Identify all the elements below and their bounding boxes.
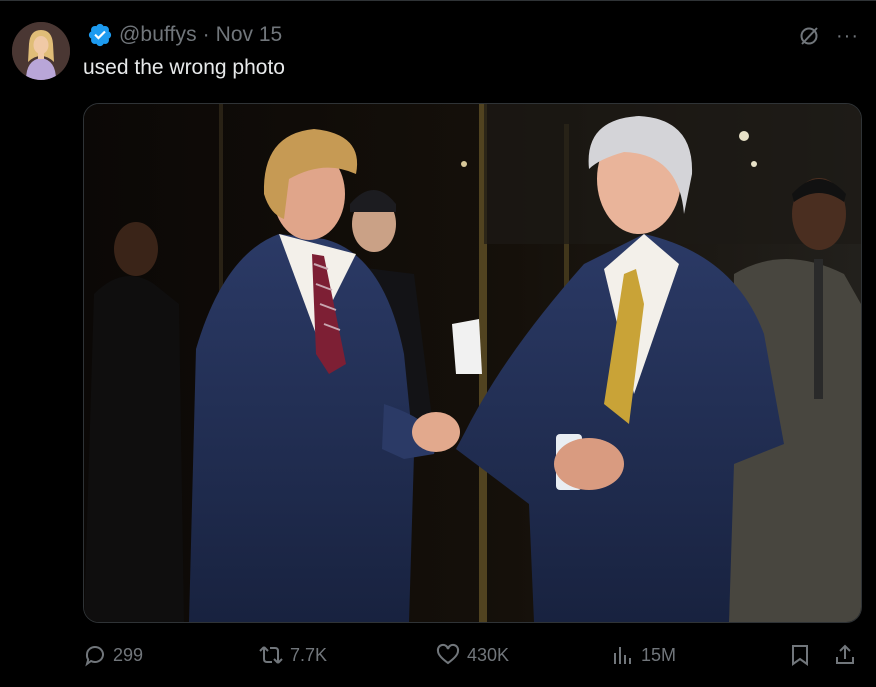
grok-icon[interactable] xyxy=(797,24,821,48)
tweet-photo[interactable] xyxy=(83,103,862,623)
view-count: 15M xyxy=(641,644,677,665)
like-button[interactable]: 430K xyxy=(435,640,509,670)
views-icon xyxy=(614,647,631,664)
tweet-header: @buffys · Nov 15 xyxy=(87,22,282,48)
top-divider xyxy=(0,0,876,1)
action-bar: 299 7.7K 430K 15M xyxy=(83,640,860,670)
heart-icon xyxy=(436,643,460,665)
reply-icon xyxy=(85,646,104,667)
tweet-text: used the wrong photo xyxy=(83,56,285,79)
post-date[interactable]: Nov 15 xyxy=(216,23,283,47)
share-icon xyxy=(836,644,854,664)
author-handle[interactable]: @buffys xyxy=(119,23,197,47)
views-button[interactable]: 15M xyxy=(611,640,676,670)
like-count: 430K xyxy=(467,644,510,665)
repost-button[interactable]: 7.7K xyxy=(258,640,327,670)
more-icon[interactable]: ··· xyxy=(836,24,858,48)
avatar[interactable] xyxy=(12,22,70,80)
bookmark-icon xyxy=(792,645,808,666)
bookmark-button[interactable] xyxy=(789,640,811,670)
share-button[interactable] xyxy=(833,640,857,670)
reply-button[interactable]: 299 xyxy=(83,640,143,670)
repost-count: 7.7K xyxy=(290,644,328,665)
header-separator: · xyxy=(202,23,210,46)
repost-icon xyxy=(259,646,283,664)
reply-count: 299 xyxy=(113,644,144,665)
verified-badge-icon xyxy=(87,22,113,48)
